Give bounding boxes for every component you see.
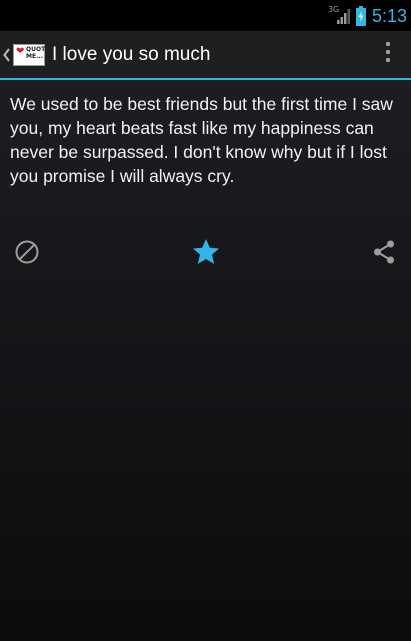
battery-charging-icon [355, 6, 366, 26]
status-bar: 3G 5:13 [0, 0, 411, 31]
star-icon [193, 239, 219, 264]
overflow-dot [386, 42, 390, 46]
status-clock: 5:13 [371, 6, 407, 26]
share-button[interactable] [366, 234, 402, 270]
up-navigation-button[interactable]: ❤ QUOTE ME... [2, 39, 49, 70]
quote-actions [0, 234, 411, 270]
overflow-dot [386, 50, 390, 54]
share-icon [374, 240, 394, 264]
signal-icon: 3G [328, 5, 350, 27]
heart-icon: ❤ [16, 45, 25, 57]
action-bar-divider [0, 78, 411, 80]
app-logo: ❤ QUOTE ME... [13, 43, 49, 66]
action-bar: ❤ QUOTE ME... I love you so much [0, 31, 411, 78]
block-button[interactable] [9, 234, 45, 270]
status-icons: 3G 5:13 [328, 5, 407, 27]
overflow-menu-button[interactable] [383, 42, 393, 67]
favorite-button[interactable] [188, 234, 224, 270]
quote-text: We used to be best friends but the first… [10, 94, 393, 186]
app-logo-text: QUOTE ME... [26, 45, 50, 60]
screen-title: I love you so much [52, 44, 211, 65]
overflow-dot [386, 58, 390, 62]
block-icon [15, 240, 39, 264]
chevron-left-icon [3, 47, 10, 62]
network-type-label: 3G [327, 5, 340, 14]
